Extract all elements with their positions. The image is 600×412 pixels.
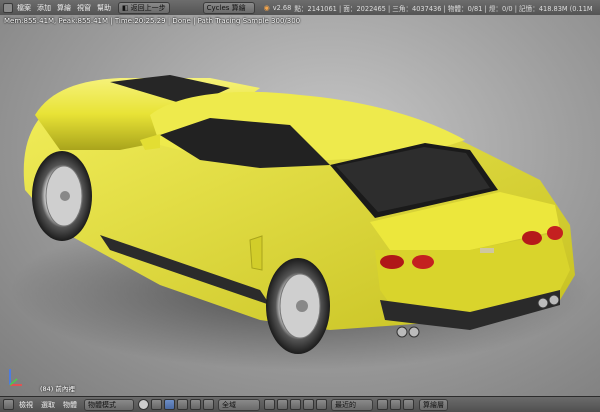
3d-viewport[interactable]: Mem:855.41M, Peak:855.41M | Time:20:25.2… xyxy=(0,15,600,396)
blender-logo-icon: ◉ xyxy=(263,3,270,12)
editor-type-icon[interactable] xyxy=(3,2,13,13)
menu-add[interactable]: 添加 xyxy=(34,3,54,13)
viewport-header: 檢視 選取 物體 物體模式 全域 最近的 算繪層 xyxy=(0,396,600,412)
layer-button-2[interactable] xyxy=(277,399,288,410)
render-layer-button[interactable]: 算繪層 xyxy=(419,398,448,411)
transform-orientation-select[interactable]: 全域 xyxy=(218,398,260,411)
proportional-edit-icon[interactable] xyxy=(377,399,388,410)
render-engine-select[interactable]: Cycles 算繪 xyxy=(202,1,255,14)
scene-stats: 點：2141061 | 面：2022465 | 三角：4037436 | 物體：… xyxy=(294,4,593,13)
viewport-shading-icon[interactable] xyxy=(138,399,149,410)
pivot-point-button[interactable] xyxy=(151,399,162,410)
undo-icon: ◧ xyxy=(122,3,129,12)
manipulator-toggle-icon[interactable] xyxy=(164,399,175,410)
menu-help[interactable]: 幫助 xyxy=(94,3,114,13)
menu-view[interactable]: 檢視 xyxy=(15,400,37,410)
version-label: v2.68 xyxy=(272,3,292,12)
info-header: 檔案 添加 算繪 視窗 幫助 ◧ 返回上一步 Cycles 算繪 ◉ v2.68… xyxy=(0,0,600,16)
editor-type-button[interactable] xyxy=(3,399,14,410)
scale-manipulator-icon[interactable] xyxy=(203,399,214,410)
undo-label: 返回上一步 xyxy=(130,3,166,12)
layer-button-3[interactable] xyxy=(290,399,301,410)
menu-object[interactable]: 物體 xyxy=(59,400,81,410)
camera-icon[interactable] xyxy=(403,399,414,410)
translate-manipulator-icon[interactable] xyxy=(177,399,188,410)
render-layer-label: 算繪層 xyxy=(423,400,444,409)
undo-button[interactable]: ◧ 返回上一步 xyxy=(118,1,170,14)
snap-target-select[interactable]: 最近的 xyxy=(331,398,373,411)
snap-target-label: 最近的 xyxy=(335,400,356,409)
render-info: Mem:855.41M, Peak:855.41M | Time:20:25.2… xyxy=(4,17,301,25)
menu-file[interactable]: 檔案 xyxy=(14,3,34,13)
rendered-car-image xyxy=(10,75,590,370)
orientation-label: 全域 xyxy=(222,400,236,409)
render-engine-label: Cycles 算繪 xyxy=(206,3,246,12)
active-object-label: (84) 前內裡 xyxy=(40,385,75,393)
rotate-manipulator-icon[interactable] xyxy=(190,399,201,410)
layer-button-4[interactable] xyxy=(303,399,314,410)
layer-button-1[interactable] xyxy=(264,399,275,410)
menu-select[interactable]: 選取 xyxy=(37,400,59,410)
snap-icon[interactable] xyxy=(316,399,327,410)
mode-label: 物體模式 xyxy=(88,400,116,409)
axis-gizmo-icon xyxy=(9,369,22,386)
menu-window[interactable]: 視窗 xyxy=(74,3,94,13)
mode-select[interactable]: 物體模式 xyxy=(84,398,134,411)
lock-icon[interactable] xyxy=(390,399,401,410)
menu-render[interactable]: 算繪 xyxy=(54,3,74,13)
